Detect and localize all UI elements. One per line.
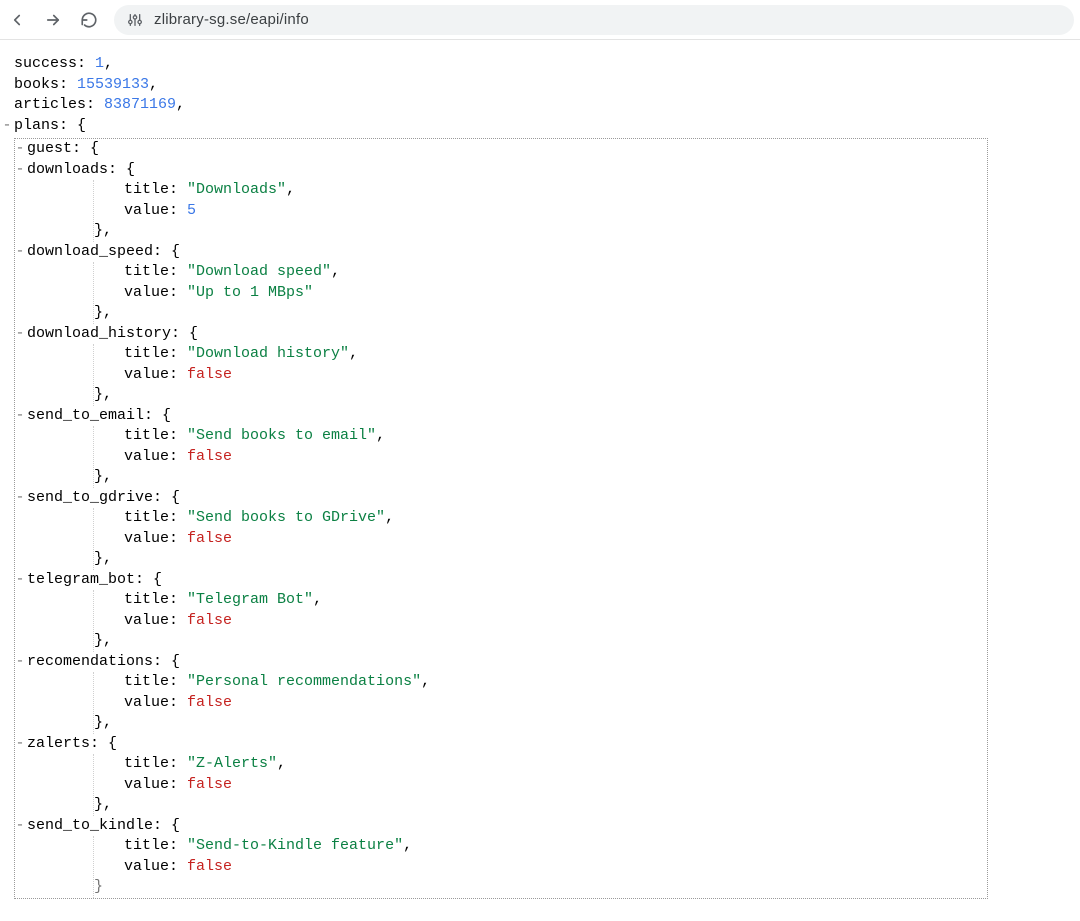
json-field-zalerts-value: value: false [94, 775, 987, 796]
json-field-recomendations-title: title: "Personal recommendations", [94, 672, 987, 693]
forward-button[interactable] [42, 9, 64, 31]
json-field-download_history-title: title: "Download history", [94, 344, 987, 365]
json-field-zalerts-close: }, [94, 795, 987, 816]
json-field-send_to_kindle-body: title: "Send-to-Kindle feature",value: f… [93, 836, 987, 898]
json-field-send_to_email-value: value: false [94, 447, 987, 468]
url-text: zlibrary-sg.se/eapi/info [154, 11, 309, 28]
json-field-send_to_gdrive-body: title: "Send books to GDrive",value: fal… [93, 508, 987, 570]
json-field-download_speed-body: title: "Download speed",value: "Up to 1 … [93, 262, 987, 324]
json-field-downloads-close: }, [94, 221, 987, 242]
json-field-send_to_gdrive-close: }, [94, 549, 987, 570]
json-field-books: books: 15539133, [14, 75, 1066, 96]
json-field-success: success: 1, [14, 54, 1066, 75]
reload-button[interactable] [78, 9, 100, 31]
json-field-recomendations-body: title: "Personal recommendations",value:… [93, 672, 987, 734]
json-field-send_to_email-body: title: "Send books to email",value: fals… [93, 426, 987, 488]
json-field-send_to_kindle-open: -send_to_kindle: { [15, 816, 987, 837]
json-field-articles: articles: 83871169, [14, 95, 1066, 116]
json-field-telegram_bot-body: title: "Telegram Bot",value: false}, [93, 590, 987, 652]
site-settings-icon[interactable] [126, 11, 144, 29]
json-field-download_history-open: -download_history: { [15, 324, 987, 345]
json-field-plans-open: -plans: { [2, 116, 1066, 137]
collapse-toggle-icon[interactable]: - [15, 816, 25, 837]
json-field-downloads-open: -downloads: { [15, 160, 987, 181]
json-field-download_history-value: value: false [94, 365, 987, 386]
json-field-recomendations-close: }, [94, 713, 987, 734]
collapse-toggle-icon[interactable]: - [15, 488, 25, 509]
json-field-downloads-title: title: "Downloads", [94, 180, 987, 201]
json-field-send_to_gdrive-open: -send_to_gdrive: { [15, 488, 987, 509]
json-field-zalerts-title: title: "Z-Alerts", [94, 754, 987, 775]
json-field-send_to_email-title: title: "Send books to email", [94, 426, 987, 447]
json-field-download_speed-value: value: "Up to 1 MBps" [94, 283, 987, 304]
json-field-send_to_kindle-title: title: "Send-to-Kindle feature", [94, 836, 987, 857]
json-field-download_speed-open: -download_speed: { [15, 242, 987, 263]
json-field-download_history-body: title: "Download history",value: false}, [93, 344, 987, 406]
json-field-guest-open: -guest: { [15, 139, 987, 160]
collapse-toggle-icon[interactable]: - [15, 242, 25, 263]
json-viewer: success: 1, books: 15539133, articles: 8… [0, 40, 1080, 899]
json-field-zalerts-open: -zalerts: { [15, 734, 987, 755]
collapse-toggle-icon[interactable]: - [15, 406, 25, 427]
json-field-recomendations-open: -recomendations: { [15, 652, 987, 673]
json-field-downloads-value: value: 5 [94, 201, 987, 222]
json-field-telegram_bot-open: -telegram_bot: { [15, 570, 987, 591]
json-field-send_to_gdrive-title: title: "Send books to GDrive", [94, 508, 987, 529]
json-field-telegram_bot-value: value: false [94, 611, 987, 632]
json-field-downloads-body: title: "Downloads",value: 5}, [93, 180, 987, 242]
json-field-download_speed-title: title: "Download speed", [94, 262, 987, 283]
json-field-download_history-close: }, [94, 385, 987, 406]
json-field-send_to_kindle-value: value: false [94, 857, 987, 878]
guest-entries: -downloads: {title: "Downloads",value: 5… [15, 160, 987, 898]
collapse-toggle-icon[interactable]: - [15, 139, 25, 160]
json-field-download_speed-close: }, [94, 303, 987, 324]
json-field-recomendations-value: value: false [94, 693, 987, 714]
json-field-telegram_bot-close: }, [94, 631, 987, 652]
json-field-send_to_kindle-close: } [94, 877, 987, 898]
collapse-toggle-icon[interactable]: - [15, 570, 25, 591]
collapse-toggle-icon[interactable]: - [15, 734, 25, 755]
json-field-send_to_gdrive-value: value: false [94, 529, 987, 550]
json-field-zalerts-body: title: "Z-Alerts",value: false}, [93, 754, 987, 816]
address-bar[interactable]: zlibrary-sg.se/eapi/info [114, 5, 1074, 35]
json-field-telegram_bot-title: title: "Telegram Bot", [94, 590, 987, 611]
collapse-toggle-icon[interactable]: - [2, 116, 12, 137]
browser-toolbar: zlibrary-sg.se/eapi/info [0, 0, 1080, 40]
collapse-toggle-icon[interactable]: - [15, 652, 25, 673]
collapse-toggle-icon[interactable]: - [15, 324, 25, 345]
back-button[interactable] [6, 9, 28, 31]
plans-block: -guest: { -downloads: {title: "Downloads… [14, 138, 988, 899]
collapse-toggle-icon[interactable]: - [15, 160, 25, 181]
json-field-send_to_email-open: -send_to_email: { [15, 406, 987, 427]
json-field-send_to_email-close: }, [94, 467, 987, 488]
